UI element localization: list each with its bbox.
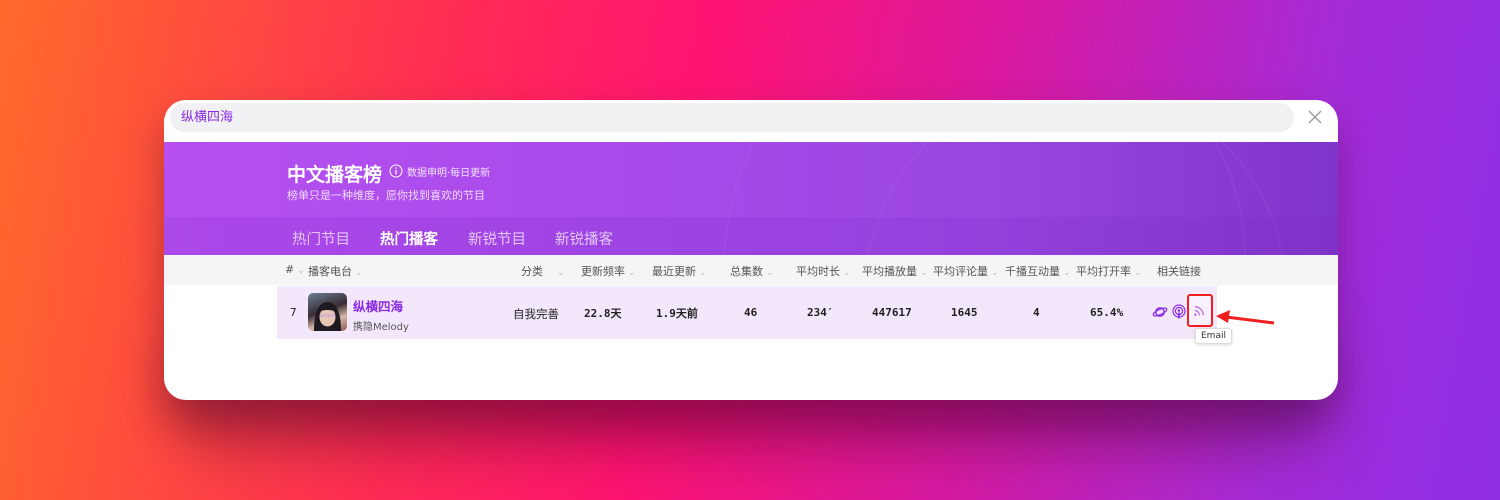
avatar-image xyxy=(314,302,341,331)
podcast-name-link[interactable]: 纵横四海 xyxy=(353,296,403,315)
data-statement-link[interactable]: 数据申明·每日更新 xyxy=(407,164,490,179)
header-station[interactable]: 播客电台 ⌄ xyxy=(308,263,363,279)
header-frequency[interactable]: 更新频率 ⌄ xyxy=(581,263,636,279)
header-open-rate[interactable]: 平均打开率 ⌄ xyxy=(1076,263,1142,279)
podcast-icon[interactable] xyxy=(1171,304,1187,320)
search-input[interactable]: 纵横四海 xyxy=(170,103,1294,132)
header-category[interactable]: 分类 ⌄ xyxy=(521,263,565,279)
comments-cell: 1645 xyxy=(951,306,978,319)
banner-subtitle: 榜单只是一种维度，愿你找到喜欢的节目 xyxy=(287,189,485,202)
header-comments[interactable]: 平均评论量 ⌄ xyxy=(933,263,999,279)
info-icon[interactable] xyxy=(389,164,403,178)
header-interaction[interactable]: 千播互动量 ⌄ xyxy=(1005,263,1071,279)
header-duration[interactable]: 平均时长 ⌄ xyxy=(796,263,851,279)
close-icon xyxy=(1308,110,1322,124)
tab-new-podcasts[interactable]: 新锐播客 xyxy=(555,228,613,249)
frequency-cell: 22.8天 xyxy=(584,307,622,320)
search-query: 纵横四海 xyxy=(181,110,234,125)
header-latest[interactable]: 最近更新 ⌄ xyxy=(652,263,707,279)
podcast-search-window: 纵横四海 中文播客榜 数据申明·每日更新 榜单只是一种维度，愿你找到喜欢的节目 … xyxy=(164,100,1338,400)
category-cell: 自我完善 xyxy=(513,307,559,321)
interaction-cell: 4 xyxy=(1033,306,1040,319)
header-episodes[interactable]: 总集数 ⌄ xyxy=(730,263,774,279)
podcast-avatar[interactable] xyxy=(308,293,347,331)
duration-cell: 234′ xyxy=(807,306,834,319)
header-rank[interactable]: # ⌄ xyxy=(285,263,305,276)
tab-new-episodes[interactable]: 新锐节目 xyxy=(468,228,526,249)
header-plays[interactable]: 平均播放量 ⌄ xyxy=(862,263,928,279)
close-button[interactable] xyxy=(1304,106,1326,128)
planet-icon[interactable] xyxy=(1152,304,1168,320)
open-rate-cell: 65.4% xyxy=(1090,306,1124,319)
header-links: 相关链接 xyxy=(1157,265,1201,278)
podcast-author: 携隐Melody xyxy=(353,322,409,333)
annotation-arrow-icon xyxy=(1216,310,1275,325)
tab-hot-episodes[interactable]: 热门节目 xyxy=(292,228,350,249)
banner-title: 中文播客榜 xyxy=(287,164,383,186)
rank-cell: 7 xyxy=(290,306,297,319)
episodes-cell: 46 xyxy=(744,306,758,319)
tab-hot-podcasts[interactable]: 热门播客 xyxy=(380,228,438,249)
rss-icon[interactable] xyxy=(1192,303,1207,318)
plays-cell: 447617 xyxy=(872,306,912,319)
email-tooltip: Email xyxy=(1195,328,1232,344)
latest-update-cell: 1.9天前 xyxy=(656,307,698,320)
